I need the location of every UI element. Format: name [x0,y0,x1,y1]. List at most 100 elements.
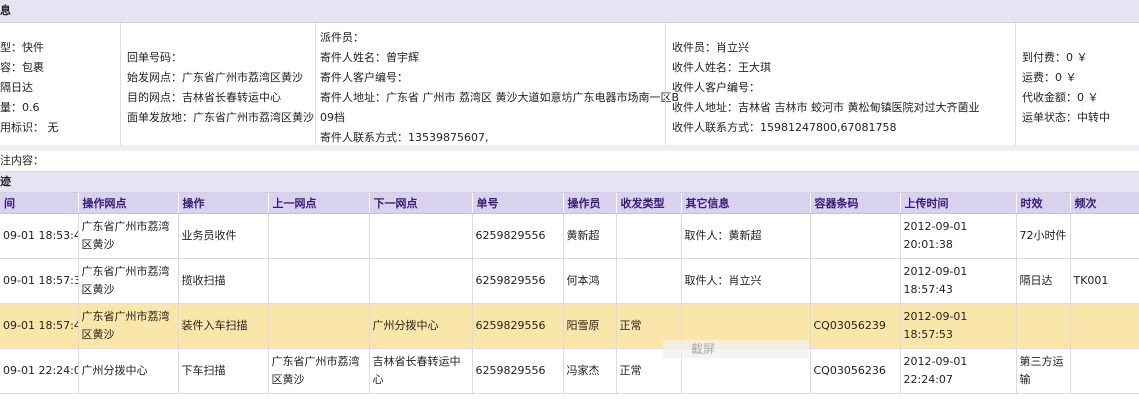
col-header-operator[interactable]: 操作员 [563,193,617,214]
col-header-other[interactable]: 其它信息 [681,193,811,214]
cell-frequency: TK001 [1070,258,1139,304]
info-line: 派件员： [320,31,364,44]
col-header-site[interactable]: 操作网点 [78,193,179,214]
cell-operator: 冯家杰 [563,348,617,394]
info-line: 用标识： 无 [0,121,59,134]
cell-prev-site [268,213,370,259]
cell-time: 09-01 18:57:47 [0,303,79,349]
col-header-time[interactable]: 间 [0,193,79,214]
cell-site: 广州分拨中心 [78,348,179,394]
cell-frequency [1070,348,1139,394]
info-line: 寄件人地址：广东省 广州市 荔湾区 黄沙大道如意坊广东电器市场南一区B [320,91,680,104]
cell-operation: 业务员收件 [178,213,269,259]
cell-site: 广东省广州市荔湾区黄沙 [78,258,179,304]
cell-next-site [369,258,473,304]
cell-site: 广东省广州市荔湾区黄沙 [78,303,179,349]
col-header-container[interactable]: 容器条码 [810,193,901,214]
cell-upload-time: 2012-09-01 18:57:43 [900,258,1017,304]
info-line: 始发网点：广东省广州市荔湾区黄沙 [127,71,303,84]
info-line: 收件人联系方式：15981247800,67081758 [672,121,897,134]
cell-site: 广东省广州市荔湾区黄沙 [78,213,179,259]
waybill-info-panel: 型：快件 容：包裹 隔日达 量：0.6 用标识： 无 回单号码： 始发网点：广东… [0,23,1139,145]
cell-type [616,213,682,259]
cell-operator: 阳雪原 [563,303,617,349]
cell-operation: 下车扫描 [178,348,269,394]
info-line: 寄件人联系方式：13539875607, [320,131,489,144]
cell-operator: 黄新超 [563,213,617,259]
info-line: 型：快件 [0,41,44,54]
col-header-next-site[interactable]: 下一网点 [369,193,473,214]
cell-next-site: 吉林省长春转运中心 [369,348,473,394]
cell-time: 09-01 18:57:39 [0,258,79,304]
remark-label: 注内容： [0,154,44,167]
col-header-prev-site[interactable]: 上一网点 [268,193,370,214]
cell-time: 09-01 18:53:43 [0,213,79,259]
info-col-fees: 到付费：0 ￥ 运费：0 ￥ 代收金额：0 ￥ 运单状态：中转中 [1015,23,1139,145]
cell-timeliness: 72小时件 [1016,213,1071,259]
cell-container [810,258,901,304]
info-col-receiver: 收件员：肖立兴 收件人姓名：王大琪 收件人客户编号： 收件人地址：吉林省 吉林市… [665,23,1016,145]
section-title-bar: 息 [0,0,1139,23]
cell-upload-time: 2012-09-01 22:24:07 [900,348,1017,394]
col-header-type[interactable]: 收发类型 [616,193,682,214]
info-line: 收件员：肖立兴 [672,41,749,54]
cell-operator: 何本鸿 [563,258,617,304]
cell-prev-site [268,303,370,349]
col-header-timeliness[interactable]: 时效 [1016,193,1071,214]
table-row[interactable]: 09-01 18:53:43 广东省广州市荔湾区黄沙 业务员收件 6259829… [0,213,1139,259]
info-line: 收件人姓名：王大琪 [672,61,771,74]
info-line: 到付费：0 ￥ [1022,51,1088,64]
info-line: 面单发放地：广东省广州市荔湾区黄沙 [127,111,314,124]
col-header-operation[interactable]: 操作 [178,193,269,214]
info-line: 09档 [320,111,345,124]
col-header-frequency[interactable]: 频次 [1070,193,1139,214]
screenshot-tooltip: 截屏 [663,340,809,358]
info-line: 寄件人客户编号： [320,71,408,84]
info-line: 容：包裹 [0,61,44,74]
cell-container: CQ03056239 [810,303,901,349]
cell-waybill: 6259829556 [472,348,564,394]
col-header-waybill[interactable]: 单号 [472,193,564,214]
table-row-selected[interactable]: 09-01 18:57:47 广东省广州市荔湾区黄沙 装件入车扫描 广州分拨中心… [0,303,1139,349]
info-line: 运费：0 ￥ [1022,71,1077,84]
info-line: 收件人客户编号： [672,81,760,94]
cell-frequency [1070,303,1139,349]
cell-operation: 装件入车扫描 [178,303,269,349]
tracking-table: 间 操作网点 操作 上一网点 下一网点 单号 操作员 收发类型 其它信息 容器条… [0,193,1139,394]
table-header-row: 间 操作网点 操作 上一网点 下一网点 单号 操作员 收发类型 其它信息 容器条… [0,193,1139,214]
table-row[interactable]: 09-01 18:57:39 广东省广州市荔湾区黄沙 揽收扫描 62598295… [0,258,1139,304]
info-line: 运单状态：中转中 [1022,111,1110,124]
cell-prev-site [268,258,370,304]
track-title-bar: 迹 [0,172,1139,193]
cell-type [616,258,682,304]
cell-next-site [369,213,473,259]
info-col-sender: 派件员： 寄件人姓名：曾宇辉 寄件人客户编号： 寄件人地址：广东省 广州市 荔湾… [315,23,679,145]
cell-waybill: 6259829556 [472,303,564,349]
cell-upload-time: 2012-09-01 20:01:38 [900,213,1017,259]
cell-waybill: 6259829556 [472,258,564,304]
cell-other: 取件人：黄新超 [681,213,811,259]
table-row[interactable]: 09-01 22:24:01 广州分拨中心 下车扫描 广东省广州市荔湾区黄沙 吉… [0,348,1139,394]
cell-frequency [1070,213,1139,259]
info-line: 回单号码： [127,51,182,64]
cell-other: 取件人：肖立兴 [681,258,811,304]
cell-container [810,213,901,259]
cell-container: CQ03056236 [810,348,901,394]
col-header-upload-time[interactable]: 上传时间 [900,193,1017,214]
info-line: 收件人地址：吉林省 吉林市 蛟河市 黄松甸镇医院对过大齐菌业 [672,101,980,114]
cell-timeliness: 隔日达 [1016,258,1071,304]
info-line: 量：0.6 [0,101,40,114]
info-col-basic: 型：快件 容：包裹 隔日达 量：0.6 用标识： 无 [0,23,120,145]
cell-next-site: 广州分拨中心 [369,303,473,349]
cell-waybill: 6259829556 [472,213,564,259]
cell-operation: 揽收扫描 [178,258,269,304]
section-title: 息 [0,4,11,17]
info-col-route: 回单号码： 始发网点：广东省广州市荔湾区黄沙 目的网点：吉林省长春转运中心 面单… [120,23,316,145]
cell-timeliness: 第三方运输 [1016,348,1071,394]
cell-prev-site: 广东省广州市荔湾区黄沙 [268,348,370,394]
cell-upload-time: 2012-09-01 18:57:53 [900,303,1017,349]
info-line: 隔日达 [0,81,33,94]
track-title: 迹 [0,175,11,188]
cell-timeliness [1016,303,1071,349]
info-line: 代收金额：0 ￥ [1022,91,1099,104]
